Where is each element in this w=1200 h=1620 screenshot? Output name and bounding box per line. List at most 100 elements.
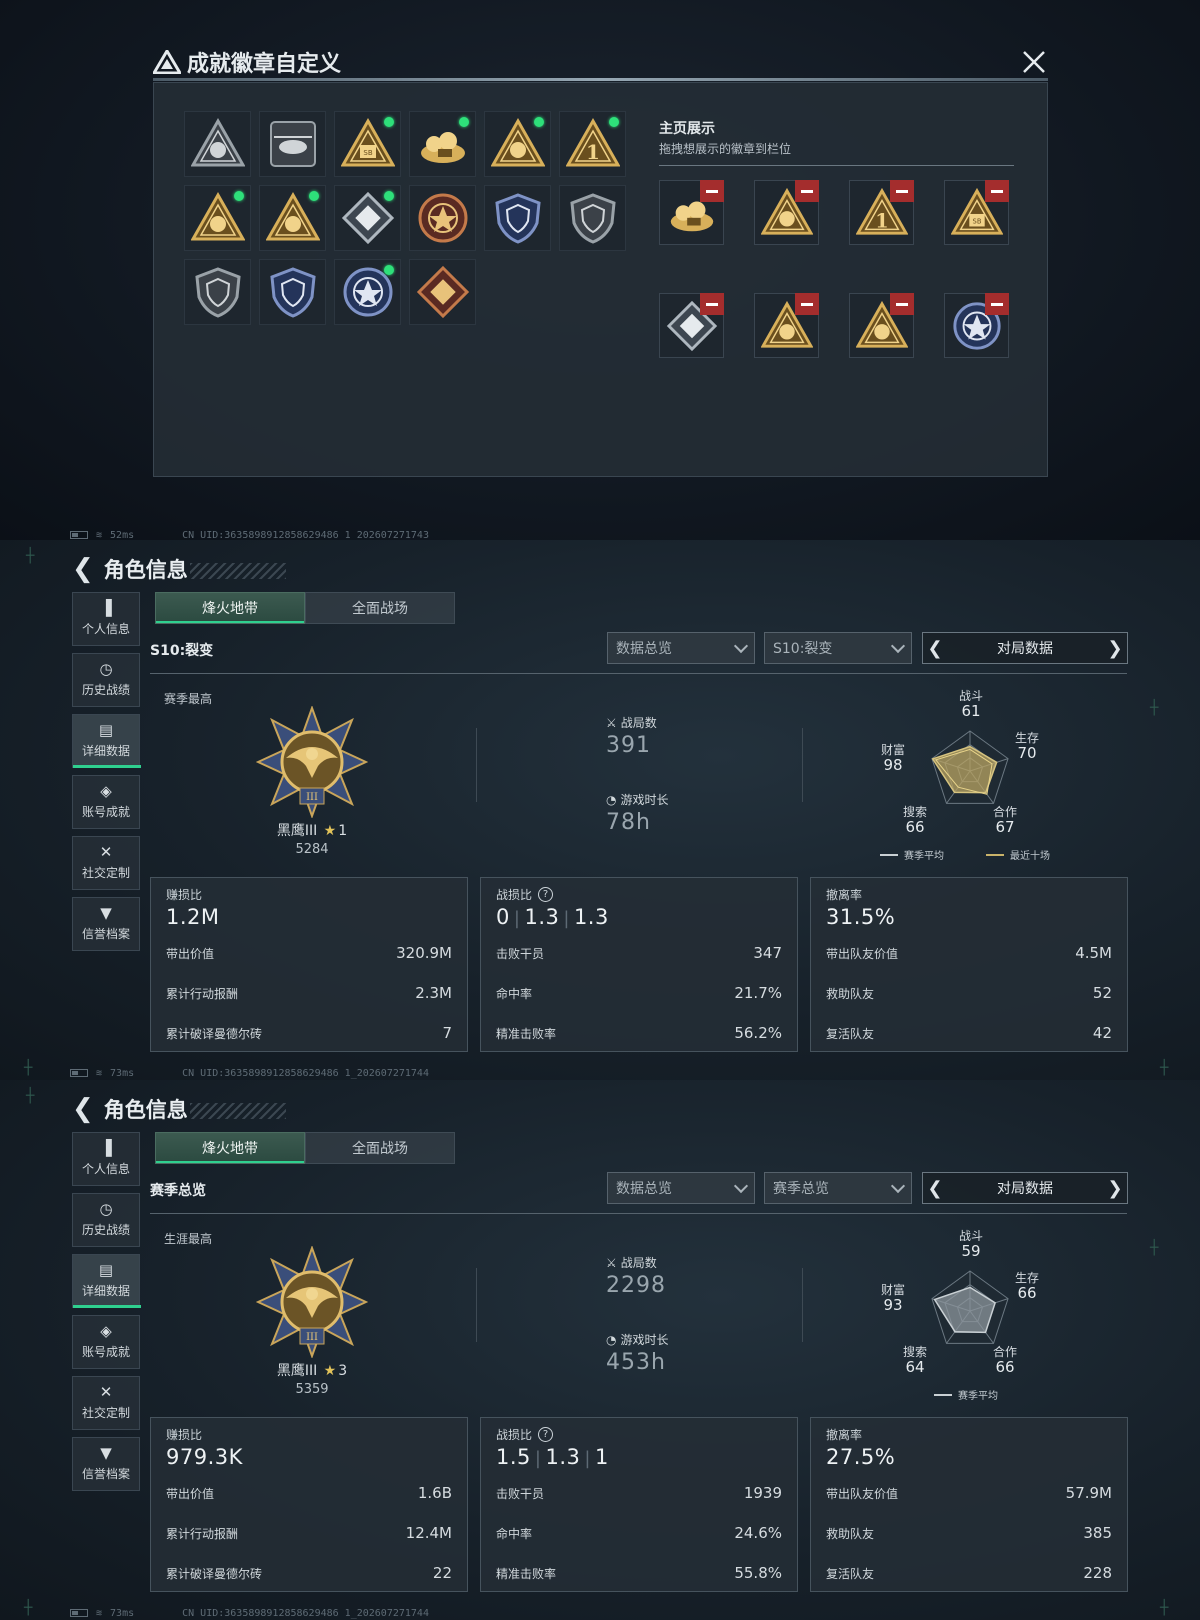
badge-item[interactable] bbox=[409, 259, 476, 325]
data-type-select[interactable]: 数据总览 bbox=[607, 632, 755, 664]
row-value: 21.7% bbox=[734, 984, 782, 1002]
nav-match-history[interactable]: ◷ 历史战绩 bbox=[72, 1193, 140, 1247]
display-slot[interactable]: SB bbox=[944, 180, 1009, 245]
nav-achievements[interactable]: ◈ 账号成就 bbox=[72, 775, 140, 829]
matches-stat: ⚔ 战局数 391 bbox=[606, 714, 657, 759]
tab-total-war[interactable]: 全面战场 bbox=[305, 1132, 455, 1164]
radar-label: 战斗 59 bbox=[950, 1229, 992, 1260]
radar-label: 合作 67 bbox=[984, 805, 1026, 836]
nav-detailed-data[interactable]: ▤ 详细数据 bbox=[72, 1254, 141, 1308]
row-value: 24.6% bbox=[734, 1524, 782, 1542]
nav-personal-info[interactable]: ▐ 个人信息 bbox=[72, 1132, 140, 1186]
legend-label: 赛季平均 bbox=[958, 1391, 998, 1402]
display-slot[interactable] bbox=[754, 180, 819, 245]
svg-text:1: 1 bbox=[875, 209, 888, 232]
back-button[interactable]: ❮ 角色信息 bbox=[72, 554, 188, 584]
rank-points: 5284 bbox=[295, 842, 329, 857]
uid-text: CN UID:3635898912858629486 1_20260727174… bbox=[182, 1067, 429, 1079]
badge-item[interactable] bbox=[484, 111, 551, 177]
separator: | bbox=[513, 908, 521, 929]
nav-personal-info[interactable]: ▐ 个人信息 bbox=[72, 592, 140, 646]
badge-item[interactable] bbox=[184, 111, 251, 177]
badge-item[interactable]: SB bbox=[334, 111, 401, 177]
legend-item: 赛季平均 bbox=[880, 847, 944, 862]
select-value: 赛季总览 bbox=[773, 1181, 829, 1197]
stats-screen-career: ┼ ┼ ┼ ┼ ❮ 角色信息 ▐ 个人信息 ◷ 历史战绩 ▤ 详细数据 ◈ 账号成就 ✕… bbox=[0, 1080, 1200, 1620]
remove-badge-button[interactable] bbox=[890, 180, 914, 202]
nav-social-custom[interactable]: ✕ 社交定制 bbox=[72, 836, 140, 890]
star-icon: ★ bbox=[323, 1363, 337, 1379]
display-slot[interactable] bbox=[849, 293, 914, 358]
close-icon[interactable] bbox=[1022, 50, 1046, 74]
badge-item[interactable] bbox=[259, 185, 326, 251]
badge-item[interactable] bbox=[334, 185, 401, 251]
row-label: 精准击败率 bbox=[496, 1027, 557, 1041]
minus-icon bbox=[801, 189, 813, 193]
kd-value: 1.3 bbox=[573, 905, 609, 929]
kd-values: 0 | 1.3 | 1.3 bbox=[496, 905, 609, 929]
season-select[interactable]: S10:裂变 bbox=[764, 632, 912, 664]
display-slot[interactable] bbox=[944, 293, 1009, 358]
data-type-select[interactable]: 数据总览 bbox=[607, 1172, 755, 1204]
season-select[interactable]: 赛季总览 bbox=[764, 1172, 912, 1204]
chevron-down-icon bbox=[890, 1178, 906, 1193]
remove-badge-button[interactable] bbox=[795, 293, 819, 315]
nav-credit-profile[interactable]: ▼ 信誉档案 bbox=[72, 1437, 140, 1491]
tab-hazard-zone[interactable]: 烽火地带 bbox=[155, 592, 305, 624]
tab-hazard-zone[interactable]: 烽火地带 bbox=[155, 1132, 305, 1164]
back-arrow-icon: ❮ bbox=[72, 1094, 94, 1124]
remove-badge-button[interactable] bbox=[890, 293, 914, 315]
row-value: 52 bbox=[1092, 984, 1112, 1002]
nav-social-custom[interactable]: ✕ 社交定制 bbox=[72, 1376, 140, 1430]
divider bbox=[476, 1268, 477, 1342]
prev-page-button[interactable]: ❮ bbox=[923, 1173, 947, 1203]
remove-badge-button[interactable] bbox=[985, 293, 1009, 315]
nav-label: 社交定制 bbox=[81, 1406, 130, 1420]
display-slot[interactable]: 1 bbox=[849, 180, 914, 245]
matches-label: 战局数 bbox=[620, 716, 657, 730]
next-page-button[interactable]: ❯ bbox=[1103, 1173, 1127, 1203]
badge-item[interactable] bbox=[559, 185, 626, 251]
nav-credit-profile[interactable]: ▼ 信誉档案 bbox=[72, 897, 140, 951]
row-value: 7 bbox=[442, 1024, 452, 1042]
help-icon[interactable]: ? bbox=[538, 887, 554, 902]
kd-value: 1.3 bbox=[524, 905, 560, 929]
display-slot[interactable] bbox=[659, 180, 724, 245]
nav-achievements[interactable]: ◈ 账号成就 bbox=[72, 1315, 140, 1369]
matches-value: 2298 bbox=[606, 1273, 666, 1298]
badge-item[interactable] bbox=[409, 185, 476, 251]
nav-match-history[interactable]: ◷ 历史战绩 bbox=[72, 653, 140, 707]
profit-card: 赚损比 979.3K 带出价值 1.6B 累计行动报酬 12.4M 累计破译曼德尔砖… bbox=[150, 1417, 468, 1592]
badge-item[interactable] bbox=[409, 111, 476, 177]
svg-text:III: III bbox=[306, 1332, 318, 1343]
next-page-button[interactable]: ❯ bbox=[1103, 633, 1127, 663]
badge-item[interactable] bbox=[184, 185, 251, 251]
nav-detailed-data[interactable]: ▤ 详细数据 bbox=[72, 714, 141, 768]
remove-badge-button[interactable] bbox=[795, 180, 819, 202]
pager-label: 对局数据 bbox=[997, 1181, 1053, 1197]
prev-page-button[interactable]: ❮ bbox=[923, 633, 947, 663]
data-pager: ❮ 对局数据 ❯ bbox=[922, 1172, 1128, 1204]
tab-total-war[interactable]: 全面战场 bbox=[305, 592, 455, 624]
badge-item[interactable] bbox=[259, 259, 326, 325]
display-slot[interactable] bbox=[754, 293, 819, 358]
badge-item[interactable] bbox=[484, 185, 551, 251]
help-icon[interactable]: ? bbox=[538, 1427, 554, 1442]
badge-item[interactable] bbox=[184, 259, 251, 325]
uid-text: CN UID:3635898912858629486 1_20260727174… bbox=[182, 1607, 429, 1619]
card-heading: 撤离率 bbox=[826, 1428, 863, 1442]
remove-badge-button[interactable] bbox=[700, 180, 724, 202]
row-value: 2.3M bbox=[415, 984, 452, 1002]
shield-icon: ▼ bbox=[100, 1444, 112, 1462]
back-button[interactable]: ❮ 角色信息 bbox=[72, 1094, 188, 1124]
remove-badge-button[interactable] bbox=[700, 293, 724, 315]
clock-icon: ◷ bbox=[99, 1200, 113, 1218]
display-slot[interactable] bbox=[659, 293, 724, 358]
remove-badge-button[interactable] bbox=[985, 180, 1009, 202]
badge-item[interactable] bbox=[334, 259, 401, 325]
badge-item[interactable]: 1 bbox=[559, 111, 626, 177]
page-title: 角色信息 bbox=[103, 558, 188, 582]
nav-label: 详细数据 bbox=[81, 744, 130, 758]
rifle-shield-badge-icon bbox=[194, 267, 241, 318]
badge-item[interactable] bbox=[259, 111, 326, 177]
